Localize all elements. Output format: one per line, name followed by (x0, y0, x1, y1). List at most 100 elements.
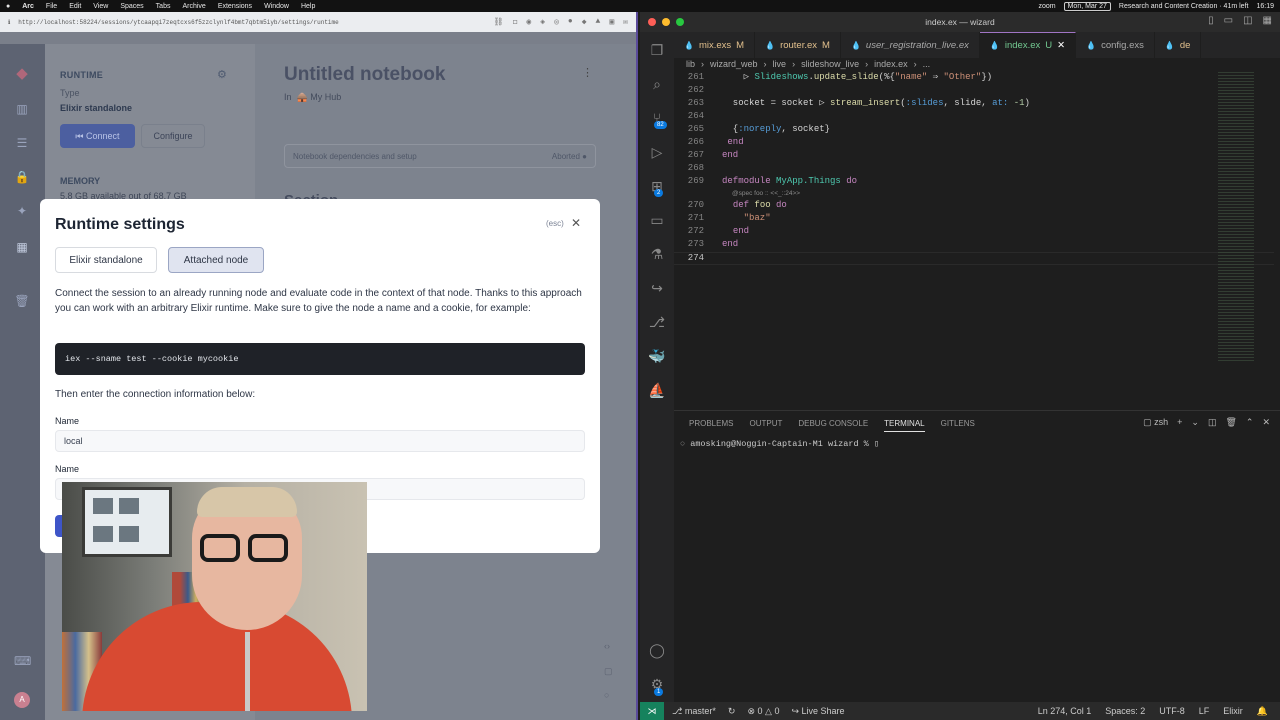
users-icon[interactable]: ☰ (14, 136, 30, 152)
indentation[interactable]: Spaces: 2 (1105, 706, 1145, 717)
terminal-output[interactable]: ○ amosking@Noggin-Captain-M1 wizard % ▯ (680, 439, 879, 449)
outline-icon[interactable]: ▥ (14, 102, 30, 118)
extension-icon[interactable]: ◆ (582, 17, 587, 27)
menu-file[interactable]: File (46, 3, 57, 10)
tab-mix-exs[interactable]: 💧 mix.exs M (674, 32, 756, 58)
close-window-button[interactable] (648, 18, 656, 26)
calendar-date[interactable]: Mon, Mar 27 (1063, 1, 1111, 11)
code-icon[interactable]: ‹› (604, 641, 610, 651)
extension-icon[interactable]: ✉ (623, 17, 628, 27)
layout-icon[interactable]: ▭ (1224, 15, 1233, 26)
setup-cell[interactable]: Notebook dependencies and setup Aborted ● (284, 144, 596, 168)
configure-button[interactable]: Configure (141, 124, 205, 148)
trash-icon[interactable]: 🗑 (1225, 417, 1236, 428)
chevron-down-icon[interactable]: ⌄ (1191, 417, 1199, 428)
menu-extensions[interactable]: Extensions (218, 3, 252, 10)
tab-router-ex[interactable]: 💧 router.ex M (755, 32, 841, 58)
minimap[interactable] (1218, 72, 1254, 362)
live-share-status[interactable]: ↪ Live Share (791, 706, 844, 717)
clock[interactable]: 16:19 (1256, 3, 1274, 10)
search-icon[interactable]: ⌕ (648, 76, 666, 94)
code-editor[interactable]: 261 ▷ Slideshows.update_slide(%{"name" ⇒… (674, 72, 1274, 407)
hub-name[interactable]: My Hub (310, 92, 341, 102)
apple-icon[interactable]: ● (6, 3, 10, 10)
layout-icon[interactable]: ▦ (1263, 15, 1272, 26)
menu-tabs[interactable]: Tabs (156, 3, 171, 10)
extension-icon[interactable]: ▲ (596, 17, 601, 27)
tab-terminal[interactable]: TERMINAL (884, 419, 925, 432)
problems-status[interactable]: ⊗ 0 △ 0 (747, 706, 779, 717)
connect-button[interactable]: ⏮ Connect (60, 124, 135, 148)
circle-icon[interactable]: ○ (604, 690, 609, 700)
split-terminal-icon[interactable]: ◫ (1208, 417, 1217, 428)
save-icon[interactable]: ▢ (604, 666, 613, 677)
tab-problems[interactable]: PROBLEMS (689, 419, 733, 432)
tab-debug-console[interactable]: DEBUG CONSOLE (798, 419, 868, 432)
tab-output[interactable]: OUTPUT (749, 419, 782, 432)
extension-icon[interactable]: ▣ (609, 17, 614, 27)
breadcrumb-item[interactable]: index.ex (874, 59, 908, 69)
cursor-position[interactable]: Ln 274, Col 1 (1038, 706, 1092, 717)
account-icon[interactable]: ◯ (648, 642, 666, 660)
zoom-button[interactable] (676, 18, 684, 26)
breadcrumb-item[interactable]: wizard_web (710, 59, 758, 69)
tab-index-ex[interactable]: 💧 index.ex U ✕ (979, 32, 1077, 58)
line-ending[interactable]: LF (1199, 706, 1210, 717)
live-share-icon[interactable]: ↪ (648, 280, 666, 298)
terminal-shell[interactable]: ▢ zsh (1143, 417, 1168, 428)
url-text[interactable]: http://localhost:58224/sessions/ytcaapqi… (18, 19, 338, 26)
language-mode[interactable]: Elixir (1223, 706, 1243, 717)
gitlens-icon[interactable]: ⎇ (648, 314, 666, 332)
layout-icon[interactable]: ▯ (1208, 15, 1214, 26)
menu-archive[interactable]: Archive (182, 3, 205, 10)
menu-app[interactable]: Arc (22, 3, 34, 10)
bin-icon[interactable]: 🗑 (14, 294, 30, 310)
remote-explorer-icon[interactable]: ▭ (648, 212, 666, 230)
minimize-button[interactable] (662, 18, 670, 26)
gear-icon[interactable]: ⚙ (217, 68, 227, 81)
breadcrumb-item[interactable]: slideshow_live (801, 59, 859, 69)
name-input[interactable]: local (55, 430, 585, 452)
branch-status[interactable]: ⎇ master* (672, 706, 716, 717)
secrets-icon[interactable]: 🔒 (14, 170, 30, 186)
extension-icon[interactable]: ◈ (540, 17, 545, 27)
extension-icon[interactable]: ● (568, 17, 573, 27)
close-icon[interactable]: ✕ (571, 216, 581, 230)
encoding[interactable]: UTF-8 (1159, 706, 1185, 717)
livebook-logo-icon[interactable]: ◆ (14, 64, 30, 82)
testing-icon[interactable]: ⚗ (648, 246, 666, 264)
notifications-icon[interactable]: 🔔 (1257, 706, 1268, 717)
runtime-icon[interactable]: ▦ (14, 240, 30, 256)
smart-cells-icon[interactable]: ✦ (14, 204, 30, 220)
notebook-title[interactable]: Untitled notebook (284, 64, 445, 86)
tab-truncated[interactable]: 💧 de (1155, 32, 1202, 58)
tab-user-registration[interactable]: 💧 user_registration_live.ex (841, 32, 980, 58)
chevron-up-icon[interactable]: ⌃ (1246, 417, 1254, 428)
menu-edit[interactable]: Edit (69, 3, 81, 10)
menu-spaces[interactable]: Spaces (120, 3, 143, 10)
link-icon[interactable]: ⛓ (493, 17, 503, 27)
explorer-icon[interactable]: ❐ (648, 42, 666, 60)
menu-window[interactable]: Window (264, 3, 289, 10)
docker-icon[interactable]: 🐳 (648, 348, 666, 366)
avatar[interactable]: A (14, 692, 30, 708)
breadcrumb-item[interactable]: ... (923, 59, 931, 69)
tab-elixir-standalone[interactable]: Elixir standalone (55, 247, 157, 273)
close-panel-icon[interactable]: ✕ (1262, 417, 1270, 428)
zoom-status[interactable]: zoom (1038, 3, 1055, 10)
layout-icon[interactable]: ◫ (1243, 15, 1252, 26)
info-icon[interactable]: ℹ (8, 19, 10, 26)
new-terminal-icon[interactable]: + (1177, 417, 1182, 428)
menu-help[interactable]: Help (301, 3, 315, 10)
extension-icon[interactable]: ◉ (526, 17, 531, 27)
deploy-icon[interactable]: ⛵ (648, 382, 666, 400)
tab-attached-node[interactable]: Attached node (168, 247, 264, 273)
remote-icon[interactable]: ⋊ (640, 702, 664, 720)
tab-gitlens[interactable]: GITLENS (941, 419, 975, 432)
sync-icon[interactable]: ↻ (728, 706, 736, 717)
url-bar[interactable]: ℹ http://localhost:58224/sessions/ytcaap… (0, 12, 636, 32)
camera-icon[interactable]: ◻ (513, 17, 518, 27)
run-debug-icon[interactable]: ▷ (648, 144, 666, 162)
tab-config-exs[interactable]: 💧 config.exs (1076, 32, 1155, 58)
focus-timer[interactable]: Research and Content Creation · 41m left (1119, 3, 1249, 10)
